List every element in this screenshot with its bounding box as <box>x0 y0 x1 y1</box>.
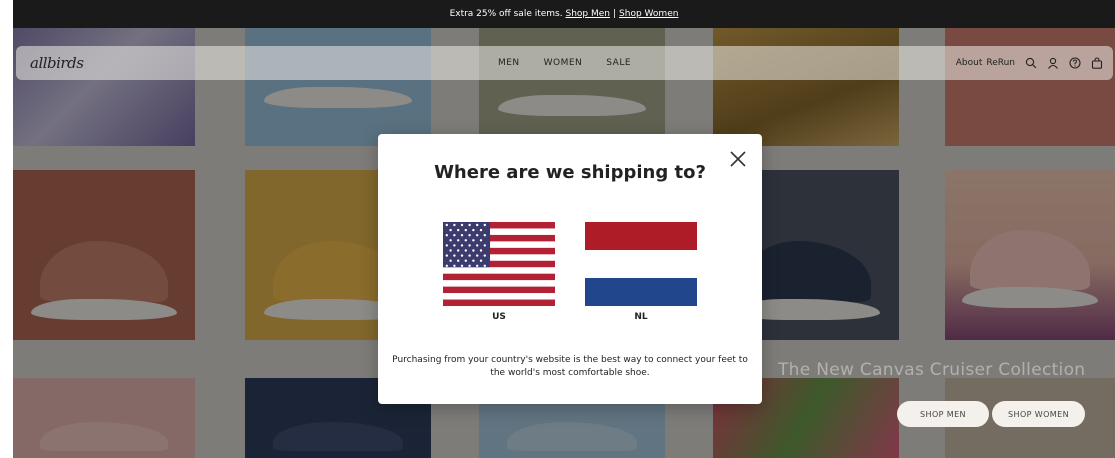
modal-title: Where are we shipping to? <box>434 162 706 183</box>
us-flag-icon <box>443 222 555 307</box>
hero-title: The New Canvas Cruiser Collection <box>778 360 1086 380</box>
promo-separator: | <box>613 9 617 19</box>
promo-shop-women-link[interactable]: Shop Women <box>619 9 678 19</box>
nl-flag-button[interactable] <box>585 222 697 310</box>
close-icon[interactable] <box>727 148 749 170</box>
nl-flag-icon <box>585 222 697 306</box>
cart-icon[interactable] <box>1091 57 1103 69</box>
main-nav: allbirds MEN WOMEN SALE About ReRun <box>16 46 1113 80</box>
nav-rerun-link[interactable]: ReRun <box>986 58 1015 68</box>
us-flag-button[interactable] <box>443 222 555 310</box>
promo-text: Extra 25% off sale items. <box>449 9 563 19</box>
nav-about-link[interactable]: About <box>956 58 983 68</box>
promo-bar: Extra 25% off sale items. Shop Men | Sho… <box>13 0 1115 28</box>
us-label[interactable]: US <box>443 312 555 322</box>
search-icon[interactable] <box>1025 57 1037 69</box>
account-icon[interactable] <box>1047 57 1059 69</box>
shipping-modal: Where are we shipping to? US NL Purchasi… <box>378 134 762 404</box>
nl-label[interactable]: NL <box>585 312 697 322</box>
nav-utilities: About ReRun <box>956 57 1103 69</box>
nav-item-men[interactable]: MEN <box>498 58 520 68</box>
help-icon[interactable] <box>1069 57 1081 69</box>
promo-shop-men-link[interactable]: Shop Men <box>565 9 610 19</box>
brand-logo[interactable]: allbirds <box>30 54 84 72</box>
nav-item-sale[interactable]: SALE <box>606 58 631 68</box>
shop-women-button[interactable]: SHOP WOMEN <box>992 401 1085 427</box>
nav-menu: MEN WOMEN SALE <box>16 46 1113 80</box>
nav-item-women[interactable]: WOMEN <box>544 58 583 68</box>
modal-message: Purchasing from your country's website i… <box>392 355 748 378</box>
shop-men-button[interactable]: SHOP MEN <box>897 401 989 427</box>
